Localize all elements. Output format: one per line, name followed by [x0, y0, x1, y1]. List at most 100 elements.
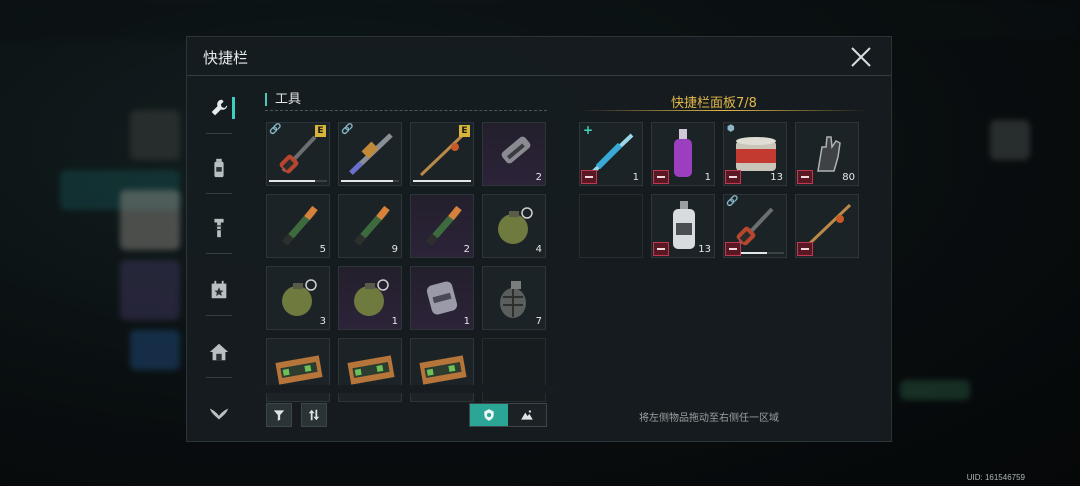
- remove-button[interactable]: [653, 242, 669, 256]
- frag-grenade-icon: [487, 271, 543, 323]
- grenade-icon: [271, 271, 327, 323]
- wings-icon: [209, 408, 229, 420]
- flare-icon: [271, 199, 327, 251]
- item-quantity: 5: [319, 244, 326, 255]
- view-toggle: [469, 403, 547, 427]
- remove-button[interactable]: [653, 170, 669, 184]
- calendar-star-icon: [211, 280, 227, 299]
- nav-divider: [206, 193, 232, 194]
- toggle-terrain-view[interactable]: [508, 404, 546, 426]
- equipped-badge: E: [315, 125, 326, 137]
- nav-wings[interactable]: [204, 399, 234, 429]
- grenade-icon: [487, 199, 543, 251]
- inventory-slot[interactable]: 2: [410, 194, 474, 258]
- nav-divider: [206, 133, 232, 134]
- close-button[interactable]: [849, 45, 873, 69]
- panel-title: 快捷栏: [203, 49, 249, 67]
- inventory-slot[interactable]: 5: [266, 194, 330, 258]
- flashlight-icon: [487, 127, 543, 179]
- inventory-slot[interactable]: 9: [338, 194, 402, 258]
- item-quantity: 2: [463, 244, 470, 255]
- durability-bar: [413, 180, 471, 182]
- item-quantity: 1: [632, 172, 639, 183]
- wrench-icon: [211, 99, 228, 116]
- remove-button[interactable]: [725, 242, 741, 256]
- item-quantity: 1: [704, 172, 711, 183]
- item-quantity: 2: [535, 172, 542, 183]
- inventory-slot[interactable]: 4: [482, 194, 546, 258]
- durability-bar: [341, 180, 393, 182]
- nav-home[interactable]: [204, 337, 234, 367]
- item-quantity: 4: [535, 244, 542, 255]
- heal-plus-icon: +: [583, 123, 594, 137]
- quickbar-slot[interactable]: 1: [651, 122, 715, 186]
- badge-icon: [484, 409, 494, 421]
- sort-icon: [308, 409, 320, 421]
- sort-button[interactable]: [301, 403, 327, 427]
- item-quantity: 9: [391, 244, 398, 255]
- remove-button[interactable]: [797, 242, 813, 256]
- mountain-icon: [521, 410, 533, 420]
- close-icon: [851, 47, 871, 67]
- item-quantity: 1: [463, 316, 470, 327]
- toggle-badge-view[interactable]: [470, 404, 508, 426]
- inventory-slot[interactable]: 3: [266, 266, 330, 330]
- quickbar-title: 快捷栏面板7/8: [671, 96, 757, 111]
- inventory-slot[interactable]: 1: [410, 266, 474, 330]
- filter-icon: [273, 410, 285, 421]
- inventory-slot[interactable]: E: [410, 122, 474, 186]
- nav-divider: [206, 315, 232, 316]
- item-quantity: 3: [319, 316, 326, 327]
- quickbar-slot[interactable]: 13: [651, 194, 715, 258]
- nav-consumables[interactable]: [204, 153, 234, 183]
- shield-mark-icon: ⬢: [727, 124, 735, 134]
- inventory-slot[interactable]: 🔗 E: [266, 122, 330, 186]
- link-icon: 🔗: [341, 124, 354, 135]
- heading-underline: [265, 110, 547, 111]
- nav-divider: [206, 377, 232, 378]
- quickbar-slot[interactable]: [795, 194, 859, 258]
- link-icon: 🔗: [726, 196, 739, 207]
- game-screen: 快捷栏 工具 快捷栏面板7/8 将左侧物品拖动至右侧任一区域 🔗 E 🔗 E 2…: [0, 0, 1080, 486]
- item-quantity: 13: [770, 172, 783, 183]
- item-quantity: 13: [698, 244, 711, 255]
- canister-icon: [415, 271, 471, 323]
- nav-tools[interactable]: [204, 93, 235, 123]
- inventory-slot[interactable]: 7: [482, 266, 546, 330]
- quickbar-slot[interactable]: +1: [579, 122, 643, 186]
- active-indicator: [232, 97, 235, 119]
- nav-materials[interactable]: [204, 213, 234, 243]
- quickbar-panel: 快捷栏 工具 快捷栏面板7/8 将左侧物品拖动至右侧任一区域 🔗 E 🔗 E 2…: [186, 36, 892, 442]
- remove-button[interactable]: [797, 170, 813, 184]
- remove-button[interactable]: [725, 170, 741, 184]
- bolt-icon: [214, 218, 224, 238]
- drag-hint: 将左侧物品拖动至右侧任一区域: [639, 413, 779, 424]
- nav-events[interactable]: [204, 275, 234, 305]
- inventory-slot[interactable]: 🔗: [338, 122, 402, 186]
- filter-button[interactable]: [266, 403, 292, 427]
- item-quantity: 1: [391, 316, 398, 327]
- user-id-label: UID: 161546759: [966, 473, 1025, 482]
- home-icon: [209, 343, 229, 361]
- item-quantity: 80: [842, 172, 855, 183]
- inventory-slot[interactable]: 1: [338, 266, 402, 330]
- item-quantity: 7: [535, 316, 542, 327]
- flare-icon: [343, 199, 399, 251]
- nav-divider: [206, 253, 232, 254]
- bottle-icon: [214, 158, 224, 178]
- link-icon: 🔗: [269, 124, 282, 135]
- quickbar-title-underline: [579, 110, 869, 111]
- quickbar-slot[interactable]: 🔗: [723, 194, 787, 258]
- equipped-badge: E: [459, 125, 470, 137]
- grid-clip-mask: [257, 385, 557, 393]
- section-heading-tools: 工具: [265, 93, 301, 106]
- remove-button[interactable]: [581, 170, 597, 184]
- durability-bar: [269, 180, 315, 182]
- quickbar-slot[interactable]: 80: [795, 122, 859, 186]
- flare-icon: [415, 199, 471, 251]
- quickbar-slot[interactable]: [579, 194, 643, 258]
- title-divider: [187, 75, 891, 76]
- quickbar-slot[interactable]: ⬢ 13: [723, 122, 787, 186]
- grenade-icon: [343, 271, 399, 323]
- inventory-slot[interactable]: 2: [482, 122, 546, 186]
